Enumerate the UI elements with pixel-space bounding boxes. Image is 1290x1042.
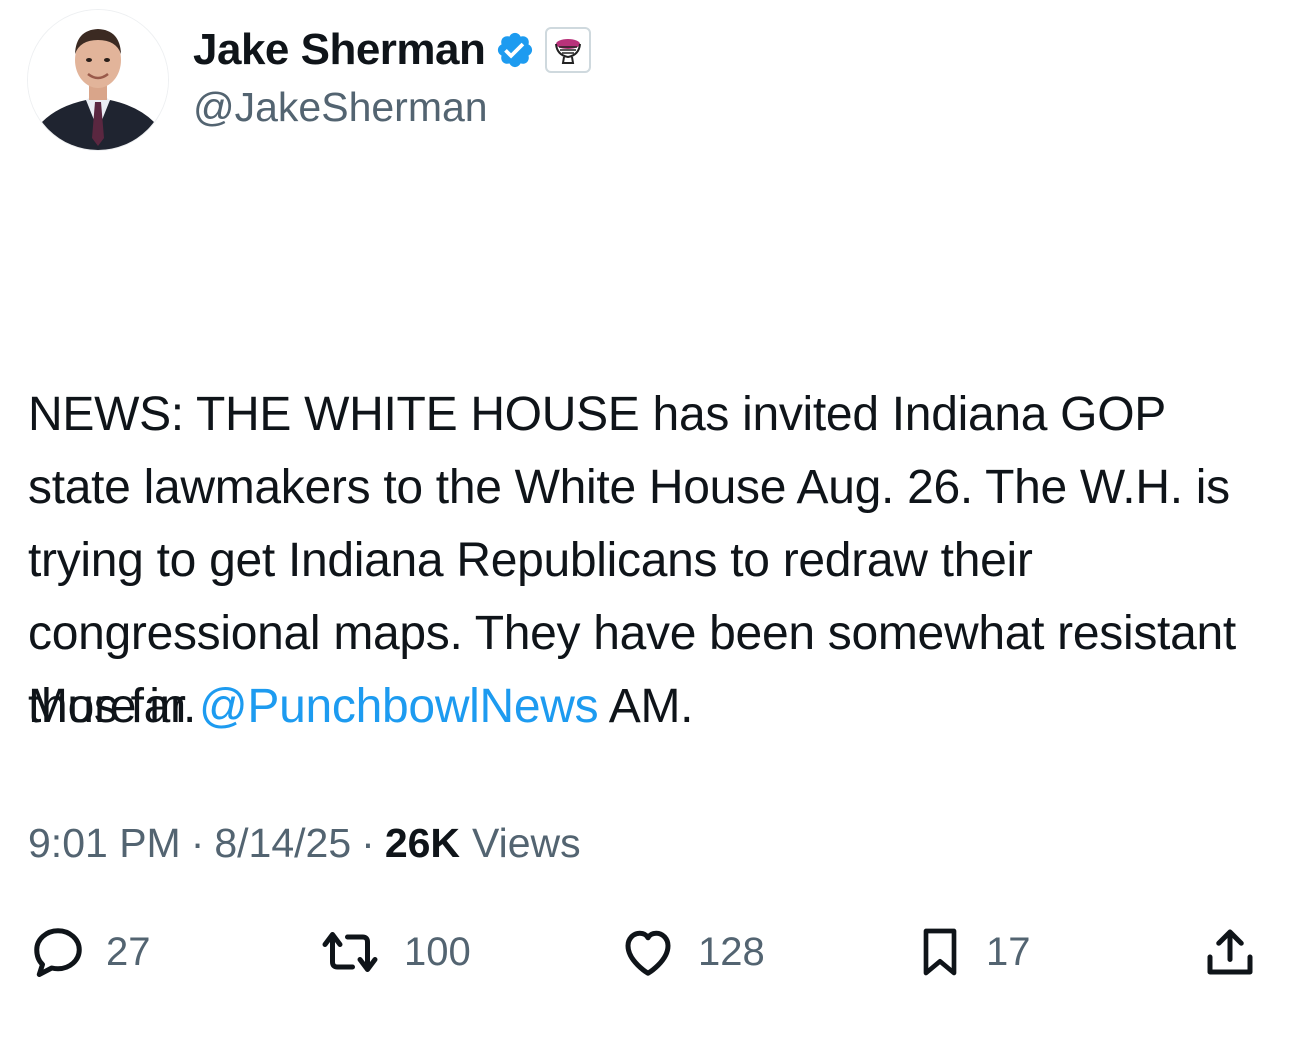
more-prefix: More in xyxy=(28,680,199,733)
repost-icon xyxy=(322,932,378,972)
author-avatar[interactable] xyxy=(28,10,168,150)
author-display-name[interactable]: Jake Sherman xyxy=(193,25,486,75)
tweet-time[interactable]: 9:01 PM xyxy=(28,820,181,867)
more-suffix: AM. xyxy=(598,680,694,733)
views-count: 26K xyxy=(384,820,461,866)
views-label: Views xyxy=(472,820,581,866)
share-button[interactable] xyxy=(1200,920,1260,984)
verified-badge-icon[interactable] xyxy=(495,30,535,70)
bookmark-icon xyxy=(923,928,957,976)
author-handle[interactable]: @JakeSherman xyxy=(193,84,488,131)
reply-icon xyxy=(34,928,82,977)
meta-separator: · xyxy=(190,820,205,866)
reply-count: 27 xyxy=(106,929,151,974)
meta-separator: · xyxy=(361,820,375,866)
avatar-photo xyxy=(28,10,168,150)
repost-button[interactable]: 100 xyxy=(314,920,471,984)
like-button[interactable]: 128 xyxy=(616,920,765,984)
share-icon xyxy=(1207,929,1253,975)
bookmark-button[interactable]: 17 xyxy=(912,920,1031,984)
punchbowl-affiliate-icon[interactable] xyxy=(545,27,592,73)
tweet-date[interactable]: 8/14/25 xyxy=(214,820,351,867)
author-name-row: Jake Sherman xyxy=(193,22,592,78)
repost-count: 100 xyxy=(404,929,471,974)
action-bar: 27 100 128 17 xyxy=(0,920,1290,984)
heart-icon xyxy=(625,930,671,976)
tweet-more-line: More in @PunchbowlNews AM. xyxy=(28,670,694,743)
bookmark-count: 17 xyxy=(986,929,1031,974)
mention-link[interactable]: @PunchbowlNews xyxy=(199,680,599,733)
like-count: 128 xyxy=(698,929,765,974)
tweet-meta: 9:01 PM · 8/14/25 · 26K Views xyxy=(28,820,581,867)
reply-button[interactable]: 27 xyxy=(28,920,151,984)
